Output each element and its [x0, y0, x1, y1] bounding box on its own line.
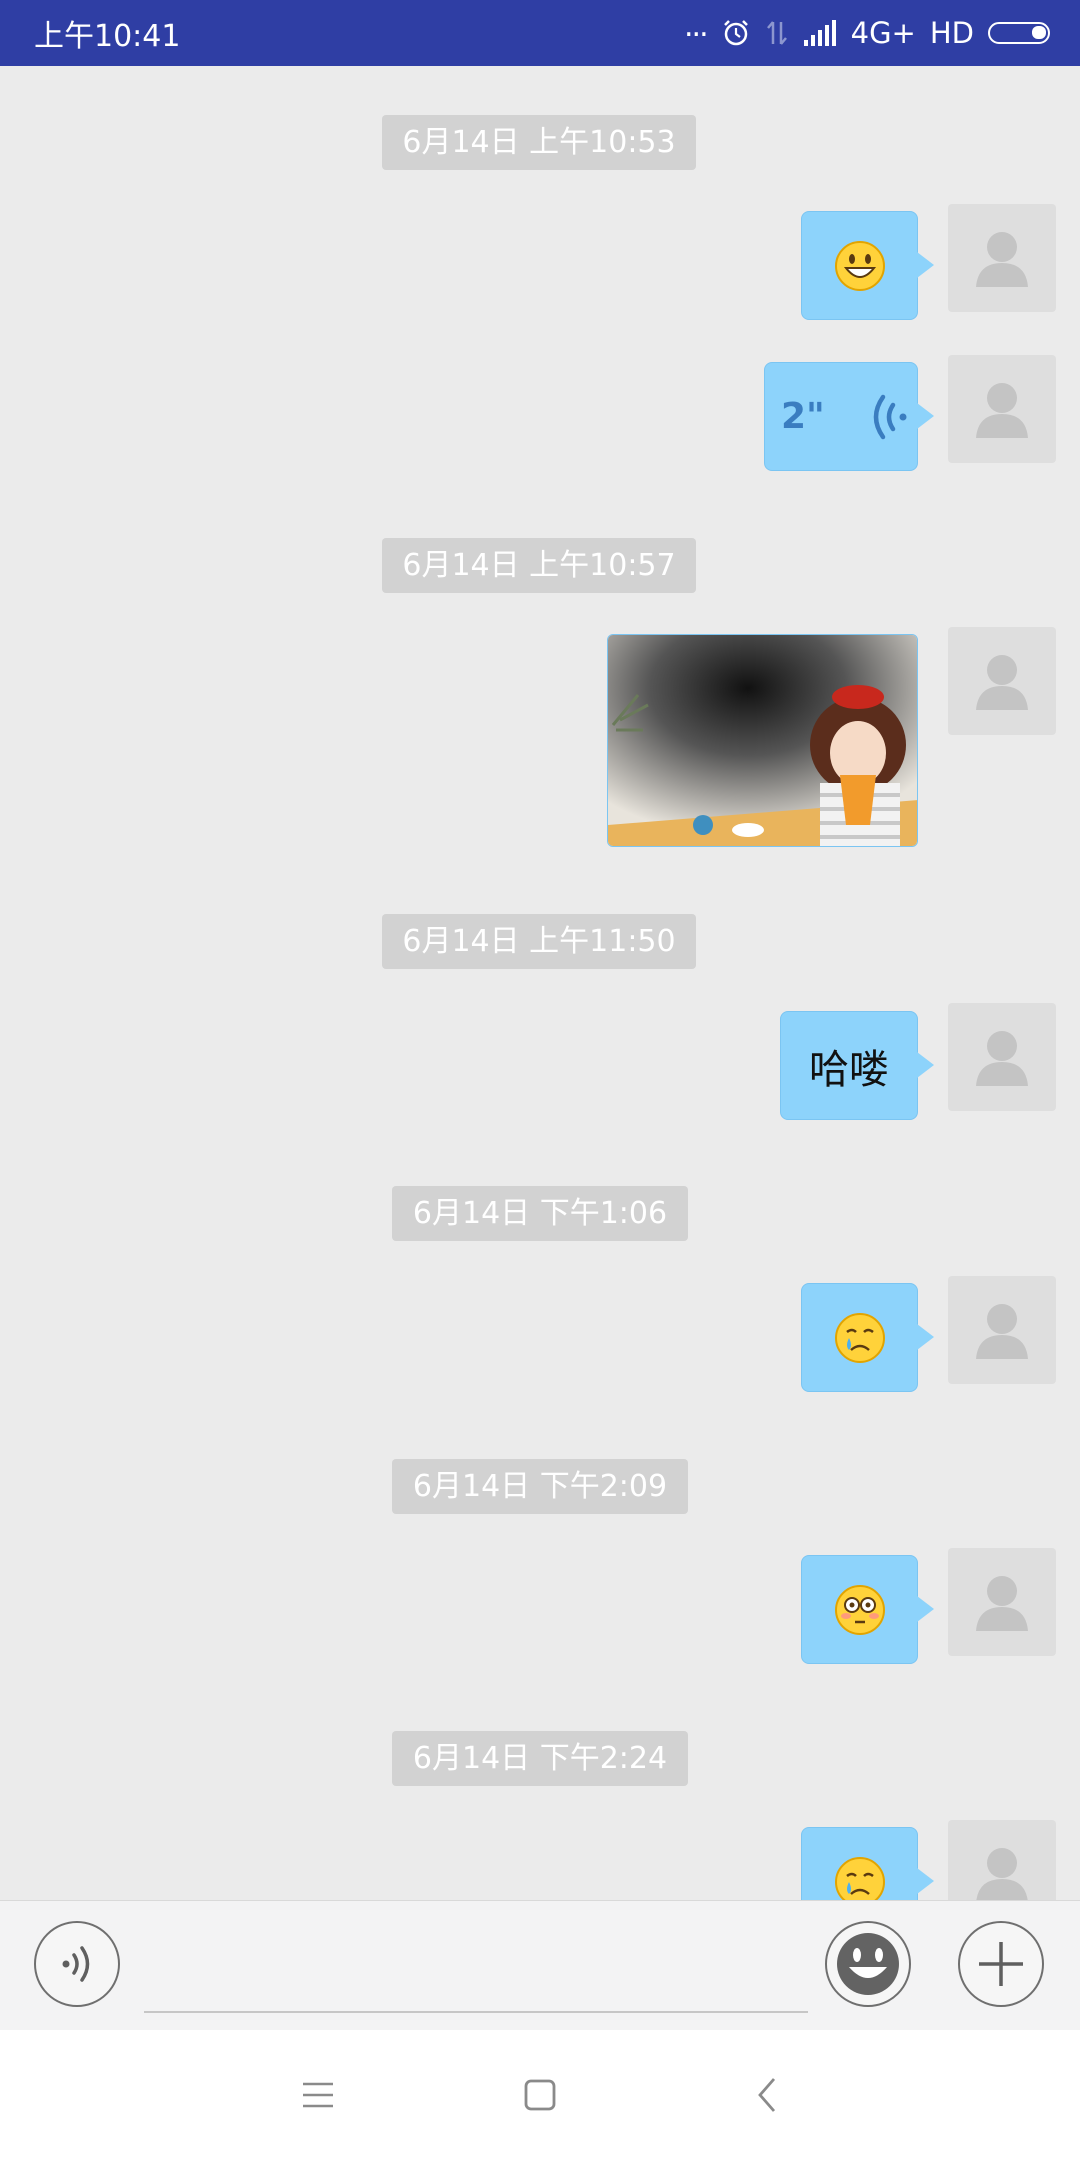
alarm-icon	[723, 20, 748, 46]
timestamp: 6月14日 下午2:24	[392, 1731, 688, 1786]
user-avatar-icon	[976, 1576, 1028, 1631]
avatar[interactable]	[948, 627, 1056, 735]
emoji-button[interactable]	[825, 1921, 911, 2007]
voice-message-bubble[interactable]: 2"	[764, 362, 934, 471]
menu-button[interactable]	[288, 2065, 348, 2125]
navigation-bar	[0, 2030, 1080, 2160]
home-square-icon	[524, 2079, 556, 2111]
avatar[interactable]	[948, 204, 1056, 312]
avatar[interactable]	[948, 1548, 1056, 1656]
crying-face-icon	[834, 1312, 885, 1363]
chat-area[interactable]: 6月14日 上午10:53 2" 6月14日 上午10:57 6月14日 上午1…	[0, 66, 1080, 1900]
timestamp: 6月14日 上午10:53	[382, 115, 696, 170]
message-input[interactable]	[144, 1929, 808, 2013]
more-dots: ...	[684, 8, 709, 44]
input-bar	[0, 1900, 1080, 2030]
grinning-face-icon	[834, 240, 885, 291]
back-chevron-icon	[758, 2078, 776, 2112]
emoji-smile-icon	[837, 1933, 899, 1995]
home-button[interactable]	[510, 2065, 570, 2125]
hd-indicator: HD	[929, 16, 974, 50]
emoji-message-bubble[interactable]	[801, 1827, 934, 1900]
menu-icon	[303, 2082, 333, 2108]
timestamp: 6月14日 下午1:06	[392, 1186, 688, 1241]
text-message-bubble[interactable]: 哈喽	[780, 1011, 934, 1120]
voice-wave-icon	[873, 394, 907, 439]
data-transfer-icon	[766, 21, 787, 45]
user-avatar-icon	[976, 1304, 1028, 1359]
avatar[interactable]	[948, 1276, 1056, 1384]
avatar[interactable]	[948, 355, 1056, 463]
emoji-message-bubble[interactable]	[801, 211, 934, 320]
avatar[interactable]	[948, 1820, 1056, 1900]
image-message[interactable]	[607, 634, 918, 847]
user-avatar-icon	[976, 232, 1028, 287]
voice-input-button[interactable]	[34, 1921, 120, 2007]
timestamp: 6月14日 下午2:09	[392, 1459, 688, 1514]
voice-input-icon	[62, 1946, 90, 1982]
voice-duration: 2"	[781, 396, 825, 437]
timestamp: 6月14日 上午11:50	[382, 914, 696, 969]
battery-icon	[988, 22, 1050, 44]
emoji-message-bubble[interactable]	[801, 1283, 934, 1392]
user-avatar-icon	[976, 1848, 1028, 1900]
flushed-face-icon	[834, 1584, 885, 1635]
timestamp: 6月14日 上午10:57	[382, 538, 696, 593]
status-bar: 上午10:41 ... 4G+ HD	[0, 0, 1080, 66]
user-avatar-icon	[976, 655, 1028, 710]
plus-icon	[979, 1942, 1023, 1986]
photo-thumbnail	[608, 635, 917, 846]
user-avatar-icon	[976, 383, 1028, 438]
status-icons: ... 4G+ HD	[684, 9, 1050, 50]
back-button[interactable]	[737, 2065, 797, 2125]
network-type: 4G+	[850, 16, 916, 50]
user-avatar-icon	[976, 1031, 1028, 1086]
message-text: 哈喽	[809, 1046, 889, 1093]
crying-face-icon	[834, 1856, 885, 1900]
signal-icon	[803, 20, 836, 46]
emoji-message-bubble[interactable]	[801, 1555, 934, 1664]
avatar[interactable]	[948, 1003, 1056, 1111]
add-attachment-button[interactable]	[958, 1921, 1044, 2007]
status-time: 上午10:41	[34, 19, 181, 54]
